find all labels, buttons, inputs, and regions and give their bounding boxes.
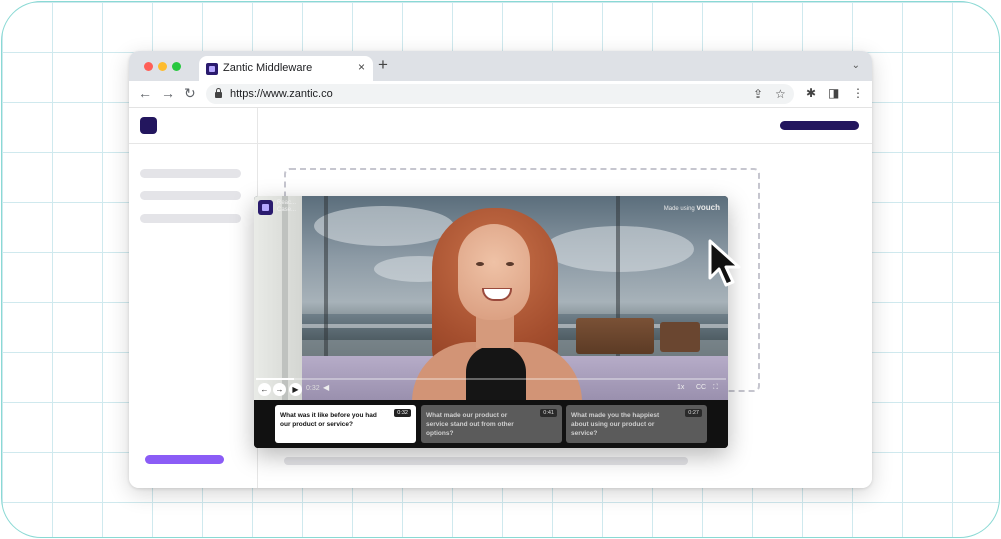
header-button-placeholder[interactable] [780, 121, 859, 130]
tab-strip: Zantic Middleware × + ⌄ [129, 51, 872, 81]
new-tab-button[interactable]: + [378, 56, 388, 74]
address-bar[interactable]: https://www.zantic.co ⇪ ☆ [206, 84, 794, 104]
tab-title: Zantic Middleware [223, 62, 313, 74]
extensions-puzzle-icon[interactable]: ✱ [806, 86, 816, 100]
current-time: 0:32 [306, 385, 320, 392]
sidebar-cta-placeholder[interactable] [145, 455, 224, 464]
tab-search-chevron-icon[interactable]: ⌄ [852, 60, 860, 71]
side-panel-icon[interactable]: ◨ [828, 86, 839, 100]
sidebar-skeleton-line [140, 191, 241, 200]
url-text: https://www.zantic.co [230, 88, 333, 100]
made-using-vouch-link[interactable]: Made using vouch [664, 203, 720, 212]
tab-zantic-middleware[interactable]: Zantic Middleware × [199, 56, 373, 81]
brand-caption-line1: Reac... [277, 200, 297, 206]
next-arrow-icon[interactable]: → [273, 383, 286, 396]
chapter-duration: 0:32 [394, 409, 411, 417]
site-logo[interactable] [140, 117, 157, 134]
browser-toolbar: ← → ↻ https://www.zantic.co ⇪ ☆ ✱ ◨ ⋮ [129, 81, 872, 108]
content-skeleton-bar [284, 457, 688, 465]
reload-icon[interactable]: ↻ [184, 85, 196, 101]
brand-caption-line2: Case... [277, 207, 297, 213]
sidebar-skeleton-line [140, 214, 241, 223]
forward-arrow-icon[interactable]: → [161, 85, 175, 101]
vouch-brand-icon [258, 200, 273, 215]
previous-arrow-icon[interactable]: ← [258, 383, 271, 396]
play-icon[interactable]: ▶ [289, 383, 302, 396]
volume-icon[interactable]: ◀ [323, 383, 329, 392]
playback-speed-button[interactable]: 1x [677, 384, 684, 391]
video-controls: ← → ▶ 0:32 ◀ 1x CC ⛶ [254, 376, 728, 400]
chapter-duration: 0:27 [685, 409, 702, 417]
chapter-question: What made our product or service stand o… [426, 412, 514, 437]
video-progress-fill [256, 378, 294, 380]
person-face [458, 224, 530, 320]
mouse-pointer-icon [708, 239, 741, 287]
header-divider [129, 143, 872, 144]
chapter-question: What was it like before you had our prod… [280, 412, 377, 428]
back-arrow-icon[interactable]: ← [138, 85, 152, 101]
chapter-card[interactable]: What made our product or service stand o… [421, 405, 562, 443]
chapter-card[interactable]: What made you the happiest about using o… [566, 405, 707, 443]
question-chapters: What was it like before you had our prod… [254, 400, 728, 448]
vouch-video-widget: Reac... Case... Made using vouch ← → ▶ 0… [254, 196, 728, 448]
close-window-button[interactable] [144, 62, 153, 71]
chapter-question: What made you the happiest about using o… [571, 412, 660, 437]
captions-icon[interactable]: CC [696, 384, 706, 391]
tab-close-icon[interactable]: × [358, 60, 365, 74]
bookmark-star-icon[interactable]: ☆ [775, 87, 786, 101]
brand-caption: Reac... Case... [277, 200, 296, 214]
browser-menu-icon[interactable]: ⋮ [852, 86, 864, 100]
vouch-wordmark: vouch [696, 203, 720, 212]
minimize-window-button[interactable] [158, 62, 167, 71]
made-using-label: Made using [663, 206, 695, 212]
zantic-favicon-icon [206, 63, 218, 75]
fullscreen-icon[interactable]: ⛶ [713, 384, 718, 392]
sidebar-skeleton-line [140, 169, 241, 178]
chapter-duration: 0:41 [540, 409, 557, 417]
testimonial-video[interactable]: Reac... Case... Made using vouch ← → ▶ 0… [254, 196, 728, 400]
share-icon[interactable]: ⇪ [753, 87, 763, 101]
chapter-card[interactable]: What was it like before you had our prod… [275, 405, 416, 443]
lock-icon [215, 88, 222, 98]
maximize-window-button[interactable] [172, 62, 181, 71]
video-progress-bar[interactable] [256, 378, 726, 380]
